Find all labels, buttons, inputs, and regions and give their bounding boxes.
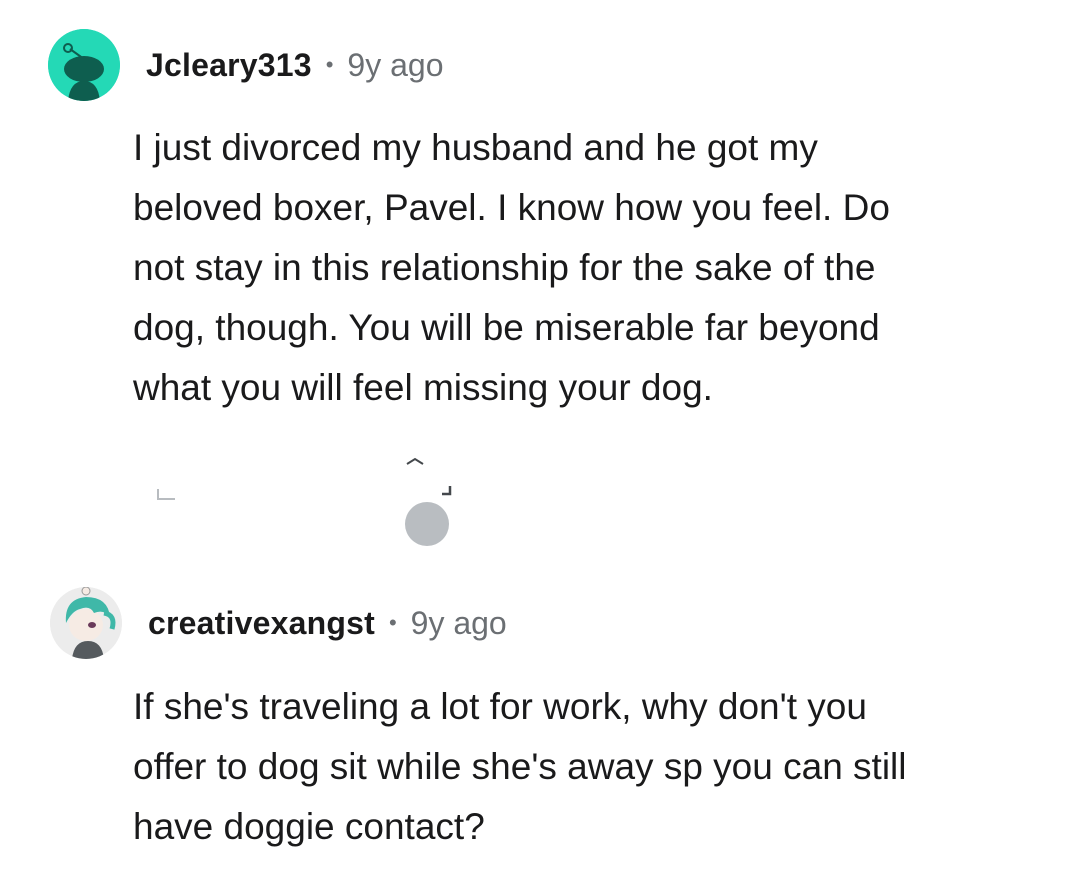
comment-line: beloved boxer, Pavel. I know how you fee… bbox=[133, 187, 890, 228]
timestamp: 9y ago bbox=[410, 604, 507, 641]
username[interactable]: creativexangst bbox=[148, 605, 375, 642]
separator-dot: • bbox=[325, 52, 334, 77]
upvote-icon[interactable] bbox=[404, 456, 454, 551]
comment-body: I just divorced my husband and he got my… bbox=[133, 118, 1033, 418]
comment-line: If she's traveling a lot for work, why d… bbox=[133, 686, 867, 727]
separator-dot: • bbox=[388, 610, 397, 635]
comment-line: offer to dog sit while she's away sp you… bbox=[133, 746, 907, 787]
timestamp: 9y ago bbox=[347, 46, 444, 83]
custom-avatar-icon bbox=[50, 587, 122, 659]
avatar[interactable] bbox=[50, 587, 122, 659]
snoo-avatar-icon bbox=[48, 29, 120, 101]
username[interactable]: Jcleary313 bbox=[146, 47, 312, 84]
comment-body: If she's traveling a lot for work, why d… bbox=[133, 677, 1053, 857]
comment-line: have doggie contact? bbox=[133, 806, 485, 847]
avatar[interactable] bbox=[48, 29, 120, 101]
comment-header: Jcleary313 • 9y ago bbox=[48, 29, 444, 101]
reply-corner-icon bbox=[155, 487, 177, 508]
comment-line: what you will feel missing your dog. bbox=[133, 367, 713, 408]
comment-line: dog, though. You will be miserable far b… bbox=[133, 307, 880, 348]
comment-line: not stay in this relationship for the sa… bbox=[133, 247, 876, 288]
comment-header: creativexangst • 9y ago bbox=[50, 587, 507, 659]
comment-line: I just divorced my husband and he got my bbox=[133, 127, 818, 168]
